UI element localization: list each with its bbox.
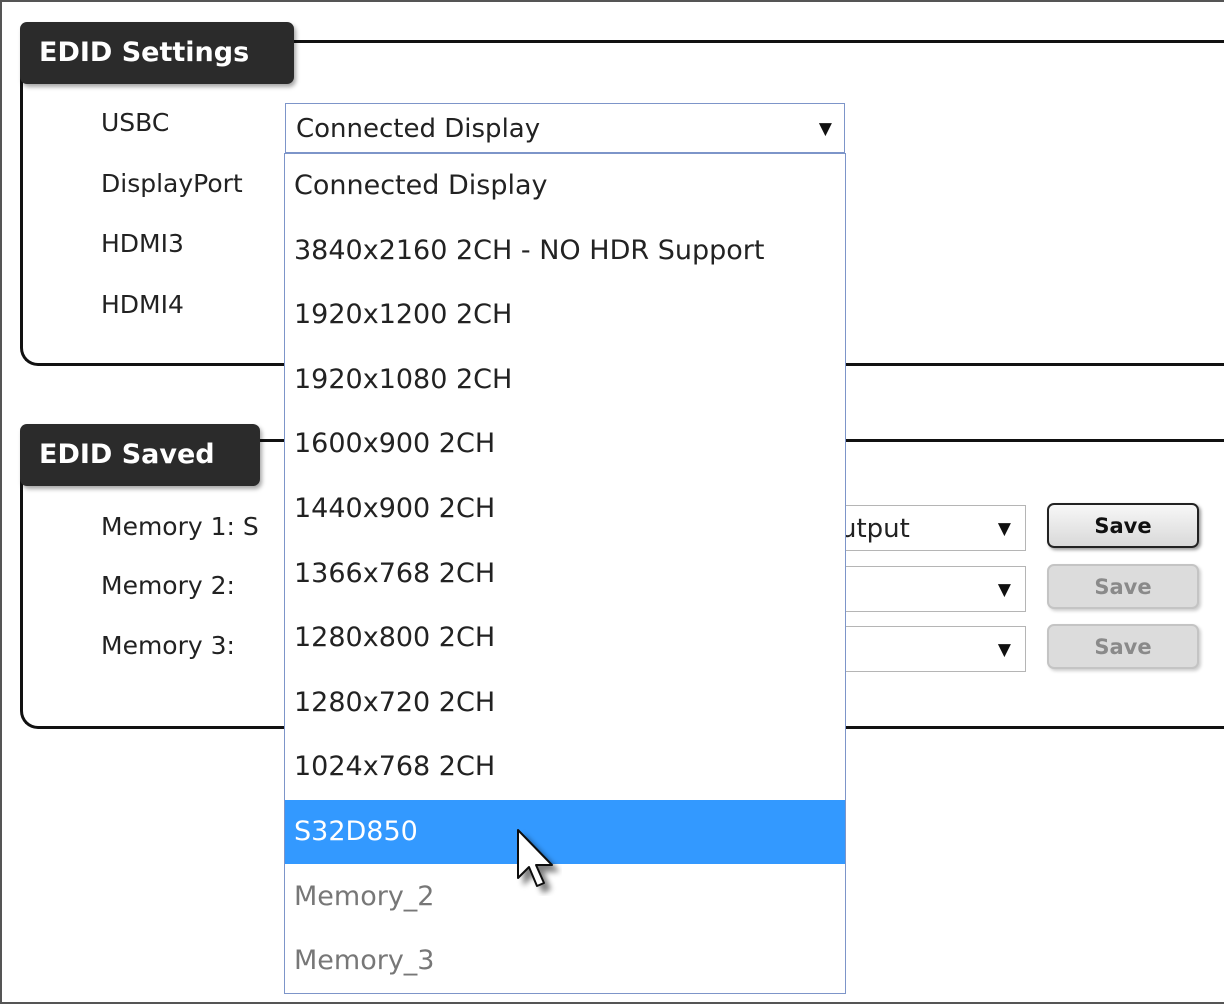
usbc-edid-select-value: Connected Display: [296, 114, 541, 144]
edid-settings-legend: EDID Settings: [20, 22, 294, 84]
hdmi4-label: HDMI4: [101, 290, 184, 319]
dropdown-option[interactable]: S32D850: [285, 800, 845, 864]
dropdown-option[interactable]: 3840x2160 2CH - NO HDR Support: [285, 219, 845, 283]
arrow-cursor-icon: [517, 829, 553, 887]
memory-3-select[interactable]: ▼: [840, 626, 1026, 672]
memory-2-save-button[interactable]: Save: [1047, 564, 1199, 609]
memory-1-select[interactable]: utput ▼: [840, 505, 1026, 551]
hdmi3-label: HDMI3: [101, 229, 184, 258]
chevron-down-icon: ▼: [997, 580, 1011, 600]
edid-saved-legend: EDID Saved: [20, 424, 260, 486]
dropdown-option[interactable]: 1024x768 2CH: [285, 735, 845, 799]
usbc-edid-dropdown-list: Connected Display 3840x2160 2CH - NO HDR …: [284, 153, 846, 994]
memory-3-label: Memory 3:: [101, 631, 235, 660]
dropdown-option: Memory_2: [294, 880, 435, 912]
memory-1-label: Memory 1: S: [101, 512, 259, 541]
usbc-edid-select[interactable]: Connected Display ▼: [285, 103, 845, 153]
memory-3-save-button[interactable]: Save: [1047, 624, 1199, 669]
displayport-label: DisplayPort: [101, 169, 243, 198]
dropdown-option[interactable]: 1440x900 2CH: [285, 477, 845, 541]
chevron-down-icon: ▼: [997, 519, 1011, 539]
memory-2-select[interactable]: ▼: [840, 566, 1026, 612]
dropdown-option[interactable]: Connected Display: [285, 154, 845, 218]
dropdown-option: Memory_3: [294, 945, 435, 977]
chevron-down-icon: ▼: [997, 640, 1011, 660]
dropdown-option[interactable]: 1366x768 2CH: [285, 542, 845, 606]
usbc-label: USBC: [101, 108, 170, 137]
memory-1-save-button[interactable]: Save: [1047, 503, 1199, 548]
memory-1-select-value: utput: [840, 514, 910, 544]
dropdown-option[interactable]: 1600x900 2CH: [285, 412, 845, 476]
dropdown-option[interactable]: 1920x1200 2CH: [285, 283, 845, 347]
dropdown-option[interactable]: 1280x720 2CH: [285, 671, 845, 735]
dropdown-option[interactable]: 1920x1080 2CH: [285, 348, 845, 412]
memory-2-label: Memory 2:: [101, 571, 235, 600]
dropdown-option[interactable]: 1280x800 2CH: [285, 606, 845, 670]
chevron-down-icon: ▼: [818, 119, 832, 139]
